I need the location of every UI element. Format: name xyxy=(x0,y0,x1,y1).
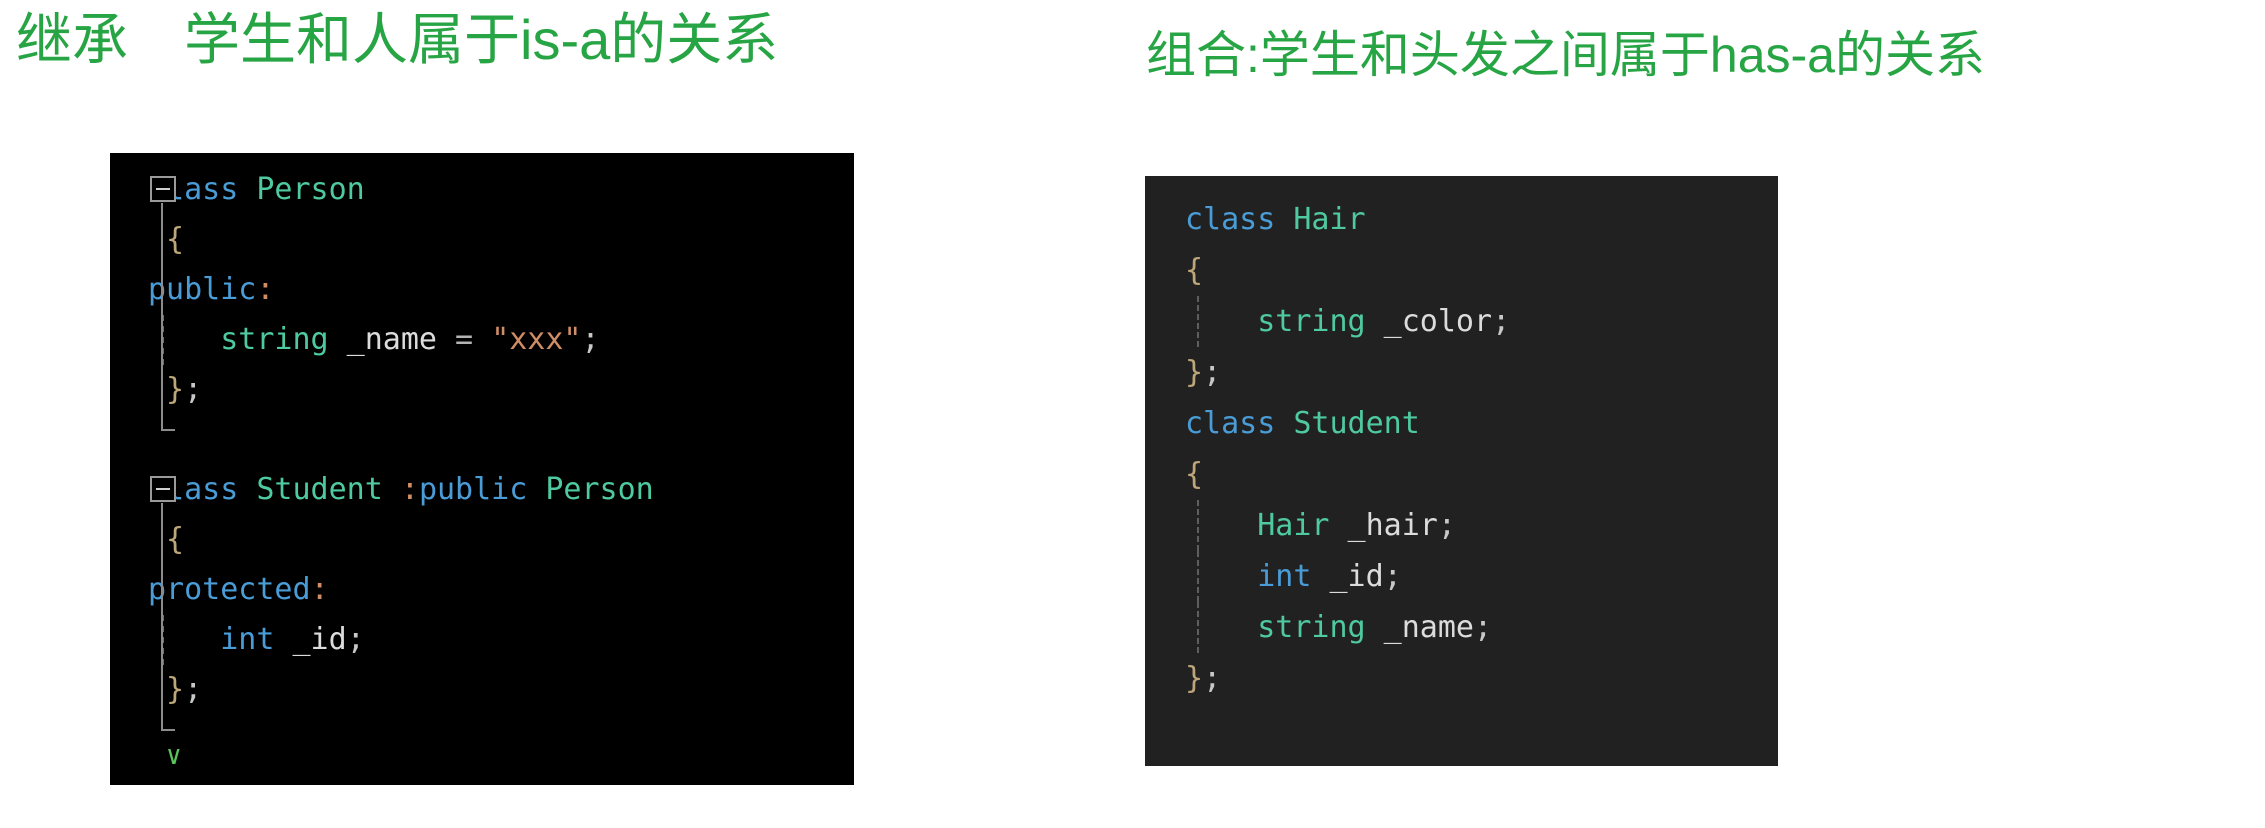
page-title-composition: 组合:学生和头发之间属于has-a的关系 xyxy=(1146,27,1985,83)
code-token: ; xyxy=(1492,304,1511,339)
outline-bracket-foot xyxy=(161,729,175,731)
code-line[interactable]: string _color; xyxy=(1185,296,1778,347)
code-line[interactable]: { xyxy=(148,215,854,265)
code-editor-composition[interactable]: class Hair{ string _color;}; class Studen… xyxy=(1145,176,1778,766)
code-line[interactable]: }; xyxy=(1185,347,1778,398)
code-token: int xyxy=(148,622,275,657)
code-token: class xyxy=(1185,406,1294,441)
code-line[interactable]: public: xyxy=(148,265,854,315)
page-title-inheritance: 继承 学生和人属于is-a的关系 xyxy=(16,8,779,71)
code-token: { xyxy=(148,222,185,257)
code-token: ; xyxy=(1203,355,1222,390)
code-line[interactable]: { xyxy=(1185,245,1778,296)
code-line[interactable]: Hair _hair; xyxy=(1185,500,1778,551)
code-token: = xyxy=(437,322,492,357)
code-token: "xxx" xyxy=(491,322,582,357)
code-line[interactable]: int _id; xyxy=(148,615,854,665)
outline-bracket xyxy=(161,203,163,429)
code-token: public xyxy=(148,272,257,307)
code-token: : xyxy=(256,272,275,307)
code-line[interactable]: }; xyxy=(148,665,854,715)
code-token: Person xyxy=(256,172,365,207)
code-token: } xyxy=(148,672,185,707)
outline-bracket-foot xyxy=(161,429,175,431)
code-token: int xyxy=(1185,559,1312,594)
code-token: } xyxy=(1185,661,1204,696)
code-line[interactable]: class Student xyxy=(1185,398,1778,449)
code-token: string xyxy=(148,322,329,357)
code-lines-inheritance: class Person { public: string _name = "xx… xyxy=(110,165,854,715)
code-line[interactable]: { xyxy=(148,515,854,565)
code-token: string xyxy=(1185,304,1366,339)
code-line[interactable]: string _name = "xxx"; xyxy=(148,315,854,365)
code-token: _id xyxy=(274,622,347,657)
collapse-minus-icon[interactable] xyxy=(150,176,176,202)
indent-guide xyxy=(1197,500,1199,551)
code-token: ; xyxy=(184,672,203,707)
code-line[interactable]: int _id; xyxy=(1185,551,1778,602)
code-token: class xyxy=(1185,202,1294,237)
outline-bracket xyxy=(161,503,163,729)
code-editor-inheritance[interactable]: class Person { public: string _name = "xx… xyxy=(110,153,854,785)
code-line[interactable]: }; xyxy=(1185,653,1778,704)
code-token: { xyxy=(1185,253,1204,288)
indent-guide xyxy=(1197,296,1199,347)
code-token: { xyxy=(148,522,185,557)
indent-guide xyxy=(1197,551,1199,602)
code-token: ; xyxy=(1474,610,1493,645)
code-token: Student xyxy=(256,472,383,507)
code-token: _name xyxy=(1365,610,1474,645)
code-lines-composition: class Hair{ string _color;}; class Studen… xyxy=(1145,194,1778,704)
code-token: ; xyxy=(1203,661,1222,696)
code-line[interactable]: { xyxy=(1185,449,1778,500)
code-token: _id xyxy=(1311,559,1384,594)
collapse-minus-icon[interactable] xyxy=(150,476,176,502)
error-squiggle: ∨ xyxy=(166,741,182,771)
code-token: : xyxy=(382,472,419,507)
code-token: : xyxy=(310,572,329,607)
code-token: _hair xyxy=(1329,508,1438,543)
code-token: _name xyxy=(328,322,437,357)
code-token: public xyxy=(418,472,528,507)
code-line[interactable]: protected: xyxy=(148,565,854,615)
code-token: ; xyxy=(1383,559,1402,594)
code-line[interactable]: class Student :public Person xyxy=(148,465,854,515)
code-token: ; xyxy=(346,622,365,657)
code-token: Person xyxy=(545,472,654,507)
code-token: Hair xyxy=(1293,202,1366,237)
code-token: _color xyxy=(1365,304,1493,339)
code-line[interactable]: class Person xyxy=(148,165,854,215)
code-line[interactable] xyxy=(148,415,854,465)
code-token: ; xyxy=(184,372,203,407)
code-token: protected xyxy=(148,572,311,607)
code-line[interactable]: }; xyxy=(148,365,854,415)
indent-guide xyxy=(1197,602,1199,653)
code-line[interactable]: string _name; xyxy=(1185,602,1778,653)
code-token: ; xyxy=(1437,508,1456,543)
code-line[interactable]: class Hair xyxy=(1185,194,1778,245)
code-token: { xyxy=(1185,457,1204,492)
code-token: ; xyxy=(581,322,600,357)
code-token: } xyxy=(1185,355,1204,390)
code-token: Student xyxy=(1293,406,1420,441)
code-token: string xyxy=(1185,610,1366,645)
code-token: Hair xyxy=(1185,508,1330,543)
code-token: } xyxy=(148,372,185,407)
